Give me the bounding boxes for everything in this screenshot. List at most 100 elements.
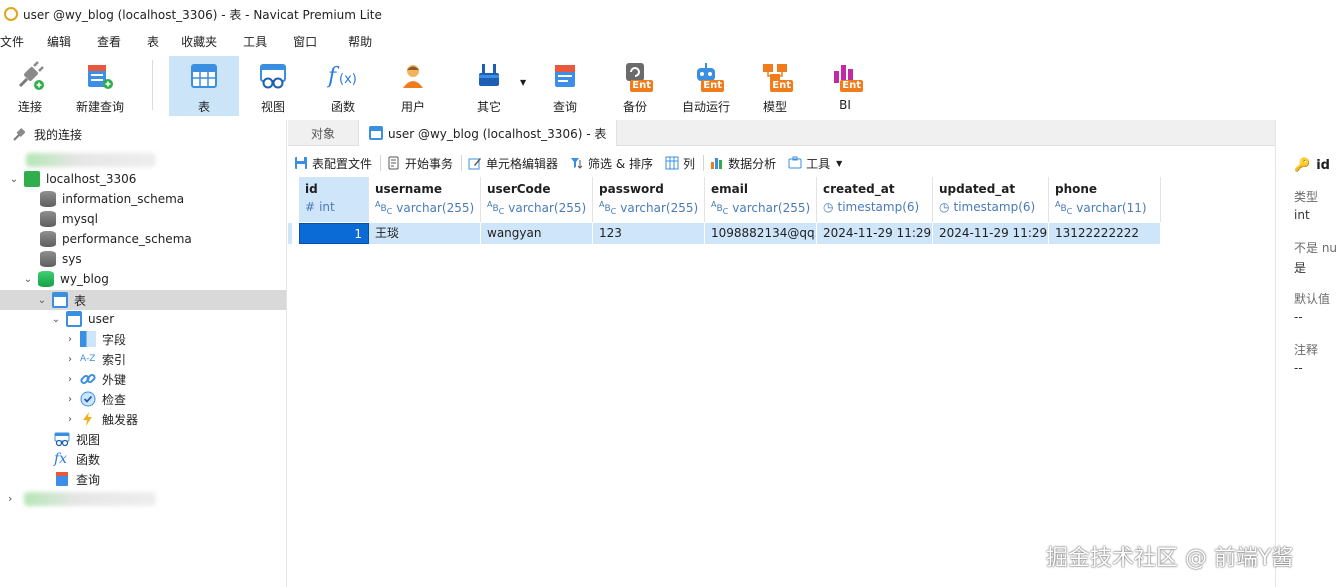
cell-usercode[interactable]: wangyan	[481, 223, 593, 244]
views-label: 视图	[76, 432, 101, 447]
column-header-phone[interactable]: phone ABC varchar(11)	[1049, 177, 1161, 222]
menu-view[interactable]: 查看	[97, 33, 133, 50]
tree-connection[interactable]: ⌄ localhost_3306	[8, 169, 136, 189]
menu-tools[interactable]: 工具	[243, 33, 279, 50]
others-button[interactable]: 其它	[466, 56, 512, 116]
tree-triggers[interactable]: › 触发器	[64, 409, 138, 429]
chevron-down-icon[interactable]: ⌄	[50, 313, 62, 325]
backup-button[interactable]: Ent 备份	[612, 56, 658, 116]
chevron-right-icon[interactable]: ›	[64, 393, 76, 405]
menu-window[interactable]: 窗口	[293, 33, 329, 50]
begin-transaction-button[interactable]: 开始事务	[387, 155, 459, 172]
tree-db-performance-schema[interactable]: performance_schema	[40, 229, 192, 249]
tree-indexes[interactable]: › A-Z 索引	[64, 349, 126, 369]
comment-value: --	[1294, 361, 1303, 375]
mysql-connection-icon	[24, 171, 40, 187]
table-button[interactable]: 表	[169, 56, 239, 116]
chevron-down-icon[interactable]: ⌄	[22, 273, 34, 285]
type-label: varchar(255)	[508, 200, 587, 215]
column-header-updated-at[interactable]: updated_at ◷ timestamp(6)	[933, 177, 1049, 222]
cell-password[interactable]: 123	[593, 223, 705, 244]
tree-queries[interactable]: 查询	[54, 469, 100, 489]
filter-sort-button[interactable]: 筛选 & 排序	[570, 155, 659, 172]
chevron-down-icon[interactable]: ⌄	[8, 173, 20, 185]
filter-sort-label: 筛选 & 排序	[588, 156, 654, 171]
function-button[interactable]: f (x) 函数	[320, 56, 366, 116]
chevron-right-icon[interactable]: ›	[64, 413, 76, 425]
column-name: username	[375, 182, 443, 196]
profile-label: 表配置文件	[312, 156, 373, 171]
database-icon	[40, 231, 56, 247]
column-type: ABC varchar(255)	[711, 200, 816, 216]
field-heading: 🔑 id	[1294, 158, 1330, 173]
column-header-email[interactable]: email ABC varchar(255)	[705, 177, 817, 222]
menu-favorites[interactable]: 收藏夹	[181, 33, 229, 50]
cell-username[interactable]: 王琰	[369, 223, 481, 244]
tree-connection-label: localhost_3306	[46, 172, 137, 186]
chevron-right-icon[interactable]: ›	[64, 333, 76, 345]
menu-file[interactable]: 文件	[0, 33, 36, 50]
tab-user-table[interactable]: user @wy_blog (localhost_3306) - 表	[358, 120, 618, 146]
tree-db-sys[interactable]: sys	[40, 249, 82, 269]
tree-child-label: 触发器	[102, 412, 139, 427]
tree-root[interactable]: 我的连接	[12, 124, 82, 144]
tree-db-mysql[interactable]: mysql	[40, 209, 98, 229]
tab-objects[interactable]: 对象	[288, 120, 358, 146]
new-query-button[interactable]: 新建查询	[72, 56, 128, 116]
tree-fields[interactable]: › 字段	[64, 329, 126, 349]
tools-dropdown[interactable]: 工具 ▼	[788, 155, 848, 172]
tree-table-user[interactable]: ⌄ user	[50, 309, 114, 329]
type-label: timestamp(6)	[837, 200, 920, 214]
tree-functions[interactable]: fx 函数	[54, 449, 100, 469]
cell-id[interactable]: 1	[299, 223, 369, 244]
tab-objects-label: 对象	[310, 126, 335, 141]
column-header-id[interactable]: id # int	[299, 177, 369, 222]
row-marker[interactable]	[288, 223, 292, 244]
connect-button[interactable]: 连接	[6, 56, 54, 116]
column-type: ABC varchar(255)	[487, 200, 592, 216]
tools-label: 工具	[806, 156, 831, 171]
others-label: 其它	[476, 100, 501, 114]
model-button[interactable]: Ent 模型	[752, 56, 798, 116]
cell-email[interactable]: 1098882134@qq.	[705, 223, 817, 244]
cell-updated-at[interactable]: 2024-11-29 11:29:	[933, 223, 1049, 244]
columns-button[interactable]: 列	[665, 155, 701, 172]
column-header-created-at[interactable]: created_at ◷ timestamp(6)	[817, 177, 933, 222]
column-header-usercode[interactable]: userCode ABC varchar(255)	[481, 177, 593, 222]
user-button[interactable]: 用户	[390, 56, 436, 116]
check-icon	[80, 391, 96, 407]
view-button[interactable]: 视图	[250, 56, 296, 116]
tree-checks[interactable]: › 检查	[64, 389, 126, 409]
chevron-right-icon[interactable]: ›	[64, 353, 76, 365]
column-type: ABC varchar(255)	[375, 200, 480, 216]
tree-db-wy-blog[interactable]: ⌄ wy_blog	[22, 269, 109, 289]
automation-button[interactable]: Ent 自动运行	[678, 56, 734, 116]
tree-foreign-keys[interactable]: › 外键	[64, 369, 126, 389]
column-header-password[interactable]: password ABC varchar(255)	[593, 177, 705, 222]
others-dropdown-icon[interactable]: ▼	[520, 78, 526, 87]
query-button[interactable]: 查询	[542, 56, 588, 116]
tree-db-information-schema[interactable]: information_schema	[40, 189, 184, 209]
bi-button[interactable]: Ent BI	[822, 56, 868, 116]
tools-icon	[473, 60, 505, 92]
profile-button[interactable]: 表配置文件	[294, 155, 378, 172]
chevron-right-icon[interactable]: ›	[8, 492, 12, 505]
user-label: 用户	[400, 100, 425, 114]
function-icon: fx	[54, 451, 68, 467]
menu-table[interactable]: 表	[147, 33, 171, 50]
menu-help[interactable]: 帮助	[348, 33, 384, 50]
cell-editor-button[interactable]: 单元格编辑器	[468, 155, 564, 172]
column-header-username[interactable]: username ABC varchar(255)	[369, 177, 481, 222]
data-analysis-button[interactable]: 数据分析	[710, 155, 782, 172]
cell-created-at[interactable]: 2024-11-29 11:29:	[817, 223, 933, 244]
tree-tables-group[interactable]: ⌄ 表	[0, 290, 286, 310]
text-type-icon: ABC	[711, 200, 729, 216]
query-icon	[54, 471, 70, 487]
chevron-right-icon[interactable]: ›	[64, 373, 76, 385]
chevron-down-icon[interactable]: ⌄	[36, 294, 48, 306]
menu-edit[interactable]: 编辑	[47, 33, 83, 50]
text-type-icon: ABC	[375, 200, 393, 216]
cell-phone[interactable]: 13122222222	[1049, 223, 1161, 244]
clock-icon: ◷	[939, 200, 950, 214]
tree-views[interactable]: 视图	[54, 429, 100, 449]
